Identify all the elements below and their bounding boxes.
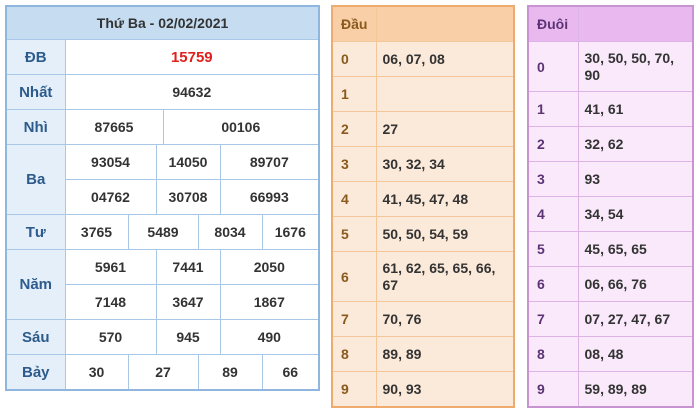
prize-value-bay: 89 (197, 354, 263, 391)
tail-values: 07, 27, 47, 67 (577, 301, 694, 338)
tail-values: 32, 62 (577, 126, 694, 163)
head-values: 06, 07, 08 (375, 41, 515, 78)
prize-value-nam: 3647 (155, 284, 221, 321)
head-header: Đầu (331, 5, 377, 43)
prize-value-bay: 30 (64, 354, 129, 391)
head-values: 70, 76 (375, 301, 515, 338)
tail-key: 8 (527, 336, 579, 373)
tail-key: 9 (527, 371, 579, 408)
prize-label-nhat: Nhất (5, 74, 66, 111)
head-values: 27 (375, 111, 515, 148)
prize-label-ba: Ba (5, 144, 66, 216)
tail-key: 1 (527, 91, 579, 128)
head-digit-table: Đầu 0 06, 07, 08 1 2 27 3 30, 32, 34 4 41, 4… (331, 5, 515, 408)
head-values (375, 76, 515, 113)
tail-key: 5 (527, 231, 579, 268)
prize-value-ba: 93054 (64, 144, 157, 181)
head-key: 1 (331, 76, 377, 113)
tail-key: 2 (527, 126, 579, 163)
prize-value-ba: 89707 (219, 144, 320, 181)
head-key: 0 (331, 41, 377, 78)
tail-values: 08, 48 (577, 336, 694, 373)
head-values: 50, 50, 54, 59 (375, 216, 515, 253)
prize-label-bay: Bảy (5, 354, 66, 391)
tail-header-blank (577, 5, 694, 43)
prize-value-nam: 5961 (64, 249, 157, 286)
prize-label-db: ĐB (5, 38, 66, 76)
tail-values: 34, 54 (577, 196, 694, 233)
prize-value-nam: 1867 (219, 284, 320, 321)
head-key: 9 (331, 371, 377, 408)
tail-header: Đuôi (527, 5, 579, 43)
prize-value-nam: 7441 (155, 249, 221, 286)
head-values: 30, 32, 34 (375, 146, 515, 183)
head-key: 2 (331, 111, 377, 148)
head-key: 4 (331, 181, 377, 218)
tail-digit-table: Đuôi 0 30, 50, 50, 70, 90 1 41, 61 2 32, 62… (527, 5, 694, 408)
prize-value-tu: 3765 (64, 214, 129, 251)
head-key: 3 (331, 146, 377, 183)
head-values: 61, 62, 65, 65, 66, 67 (375, 251, 515, 303)
prize-value-nhi: 87665 (64, 109, 164, 146)
prize-label-tu: Tư (5, 214, 66, 251)
prize-value-sau: 945 (155, 319, 221, 356)
head-header-blank (375, 5, 515, 43)
lottery-results-table: Thứ Ba - 02/02/2021 ĐB 15759 Nhất 94632 … (5, 5, 321, 391)
tail-key: 0 (527, 41, 579, 93)
tail-key: 7 (527, 301, 579, 338)
prize-value-sau: 570 (64, 319, 157, 356)
tail-key: 4 (527, 196, 579, 233)
tail-values: 59, 89, 89 (577, 371, 694, 408)
head-key: 8 (331, 336, 377, 373)
head-values: 89, 89 (375, 336, 515, 373)
prize-value-bay: 27 (127, 354, 199, 391)
head-values: 90, 93 (375, 371, 515, 408)
prize-value-tu: 1676 (261, 214, 320, 251)
head-key: 6 (331, 251, 377, 303)
head-values: 41, 45, 47, 48 (375, 181, 515, 218)
prize-value-tu: 8034 (197, 214, 263, 251)
prize-value-ba: 66993 (219, 179, 320, 216)
prize-value-nhat: 94632 (64, 74, 320, 111)
tail-values: 06, 66, 76 (577, 266, 694, 303)
results-title: Thứ Ba - 02/02/2021 (5, 5, 320, 40)
prize-value-nhi: 00106 (162, 109, 320, 146)
tail-key: 6 (527, 266, 579, 303)
prize-value-sau: 490 (219, 319, 320, 356)
head-key: 5 (331, 216, 377, 253)
tail-values: 93 (577, 161, 694, 198)
prize-value-ba: 04762 (64, 179, 157, 216)
prize-value-ba: 14050 (155, 144, 221, 181)
prize-label-nhi: Nhì (5, 109, 66, 146)
tail-values: 45, 65, 65 (577, 231, 694, 268)
head-key: 7 (331, 301, 377, 338)
tail-key: 3 (527, 161, 579, 198)
prize-value-bay: 66 (261, 354, 320, 391)
prize-label-nam: Năm (5, 249, 66, 321)
prize-value-ba: 30708 (155, 179, 221, 216)
prize-value-nam: 2050 (219, 249, 320, 286)
prize-value-tu: 5489 (127, 214, 199, 251)
prize-value-nam: 7148 (64, 284, 157, 321)
prize-value-db: 15759 (64, 38, 320, 76)
tail-values: 30, 50, 50, 70, 90 (577, 41, 694, 93)
prize-label-sau: Sáu (5, 319, 66, 356)
tail-values: 41, 61 (577, 91, 694, 128)
